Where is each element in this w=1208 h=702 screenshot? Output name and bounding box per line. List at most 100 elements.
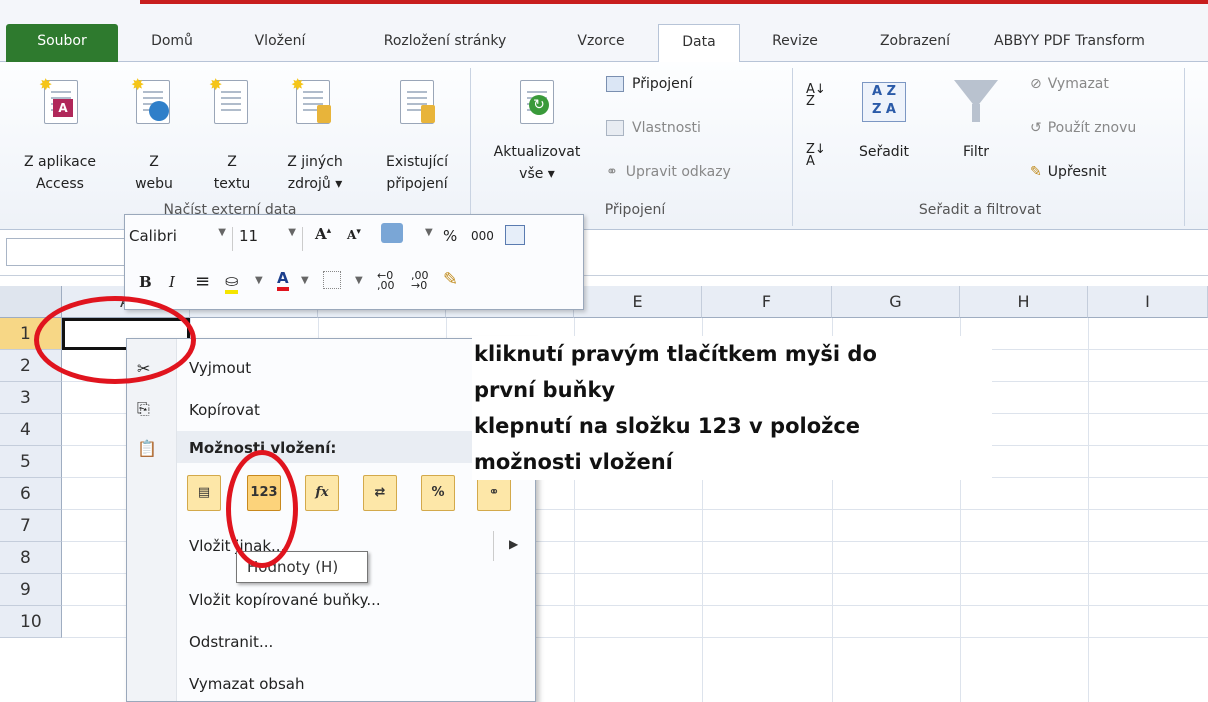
submenu-divider — [493, 531, 494, 561]
row-header-10[interactable]: 10 — [0, 606, 62, 638]
menu-item-clear-contents[interactable]: Vymazat obsah — [189, 675, 304, 693]
chevron-down-icon[interactable]: ▼ — [355, 275, 363, 286]
menu-item-cut[interactable]: Vyjmout — [189, 359, 251, 377]
menu-item-copy[interactable]: Kopírovat — [189, 401, 260, 419]
tab-review[interactable]: Revize — [752, 24, 838, 62]
existing-conn-label-2: připojení — [386, 176, 448, 192]
group-separator — [470, 68, 471, 226]
accounting-format-icon[interactable] — [381, 223, 403, 243]
shrink-font-icon[interactable]: A▾ — [347, 227, 361, 242]
tab-data[interactable]: Data — [658, 24, 740, 63]
row-header-7[interactable]: 7 — [0, 510, 62, 542]
font-size-box[interactable]: 11 ▼ — [239, 227, 303, 251]
tab-insert[interactable]: Vložení — [230, 24, 330, 62]
comma-style-button[interactable]: 000 — [471, 229, 494, 243]
menu-item-delete[interactable]: Odstranit... — [189, 633, 273, 651]
highlight-ellipse-cell-a1 — [34, 296, 196, 384]
tab-home[interactable]: Domů — [132, 24, 212, 62]
sort-az-icon: A↓ Z — [806, 82, 826, 109]
group-separator — [1184, 68, 1185, 226]
reapply-button[interactable]: ↺ Použít znovu — [1030, 120, 1136, 136]
access-doc-icon: ✸ A — [39, 75, 78, 124]
existing-connections-button[interactable]: Existující připojení — [372, 74, 462, 194]
group-label-connections: Připojení — [604, 202, 666, 218]
ribbon-tab-strip: Soubor Domů Vložení Rozložení stránky Vz… — [0, 0, 1208, 63]
chevron-down-icon[interactable]: ▼ — [255, 275, 263, 286]
tab-page-layout[interactable]: Rozložení stránky — [350, 24, 540, 62]
row-header-4[interactable]: 4 — [0, 414, 62, 446]
text-doc-icon: ✸ — [209, 75, 248, 124]
properties-icon — [606, 120, 624, 136]
italic-icon[interactable]: I — [169, 273, 175, 291]
from-access-button[interactable]: ✸ A Z aplikace Access — [10, 74, 110, 194]
paste-formulas-button[interactable]: fx — [305, 475, 339, 511]
row-header-9[interactable]: 9 — [0, 574, 62, 606]
advanced-filter-button[interactable]: ✎ Upřesnit — [1030, 164, 1106, 180]
transpose-icon: ⇄ — [374, 485, 386, 500]
tab-file[interactable]: Soubor — [6, 24, 118, 62]
chevron-down-icon: ▼ — [288, 227, 296, 238]
chevron-down-icon[interactable]: ▼ — [425, 227, 433, 238]
refresh-all-button[interactable]: ↻ Aktualizovat vše ▾ — [478, 74, 596, 194]
row-header-3[interactable]: 3 — [0, 382, 62, 414]
sort-button[interactable]: A ZZ A Seřadit — [842, 74, 926, 194]
connections-button[interactable]: Připojení — [606, 76, 693, 92]
menu-item-insert-copied[interactable]: Vložit kopírované buňky... — [189, 591, 381, 609]
connections-icon — [606, 76, 624, 92]
row-header-8[interactable]: 8 — [0, 542, 62, 574]
font-color-icon[interactable]: A — [277, 269, 289, 291]
ribbon: ✸ A Z aplikace Access ✸ Z webu ✸ Z textu … — [0, 62, 1208, 230]
bold-icon[interactable]: B — [139, 273, 152, 291]
from-text-label-1: Z — [227, 154, 237, 170]
fill-color-icon[interactable]: ⛀ — [225, 271, 239, 294]
clear-filter-button[interactable]: ⊘ Vymazat — [1030, 76, 1109, 92]
tab-abbyy[interactable]: ABBYY PDF Transform — [994, 24, 1208, 62]
name-box[interactable] — [6, 238, 126, 266]
percent-style-button[interactable]: % — [443, 227, 457, 245]
group-separator — [792, 68, 793, 226]
annotation-line-1: kliknutí pravým tlačítkem myši do — [474, 342, 877, 366]
paste-formatting-button[interactable]: % — [421, 475, 455, 511]
annotation-line-2: první buňky — [474, 378, 616, 402]
properties-button[interactable]: Vlastnosti — [606, 120, 701, 136]
mini-toolbar: Calibri ▼ 11 ▼ A▴ A▾ ▼ % 000 B I ≡ ⛀ ▼ A ▼… — [124, 214, 584, 310]
column-header-e[interactable]: E — [574, 286, 702, 318]
edit-links-button[interactable]: ⚭ Upravit odkazy — [606, 164, 731, 180]
paste-transpose-button[interactable]: ⇄ — [363, 475, 397, 511]
align-center-icon[interactable]: ≡ — [195, 271, 210, 292]
existing-conn-label-1: Existující — [385, 154, 449, 170]
sort-za-button[interactable]: Z↓ A — [806, 143, 826, 168]
grow-font-icon[interactable]: A▴ — [315, 225, 331, 243]
grid-line — [1088, 318, 1089, 702]
format-painter-icon[interactable]: ✎ — [443, 269, 458, 290]
column-header-i[interactable]: I — [1088, 286, 1208, 318]
borders-icon[interactable] — [323, 271, 341, 289]
column-header-h[interactable]: H — [960, 286, 1088, 318]
filter-button[interactable]: Filtr — [938, 74, 1014, 194]
connections-label: Připojení — [632, 76, 693, 92]
merge-center-icon[interactable] — [505, 225, 525, 245]
tab-formulas[interactable]: Vzorce — [556, 24, 646, 62]
paste-link-button[interactable]: ⚭ — [477, 475, 511, 511]
from-web-button[interactable]: ✸ Z webu — [122, 74, 186, 194]
sort-az-button[interactable]: A↓ Z — [806, 82, 826, 109]
refresh-label-2: vše ▾ — [519, 166, 555, 182]
funnel-stem — [972, 104, 980, 122]
tab-view[interactable]: Zobrazení — [850, 24, 980, 62]
chevron-down-icon[interactable]: ▼ — [301, 275, 309, 286]
paste-button[interactable]: ▤ — [187, 475, 221, 511]
from-access-label-1: Z aplikace — [23, 154, 97, 170]
increase-decimal-icon[interactable]: ←0,00 — [377, 270, 395, 291]
row-header-5[interactable]: 5 — [0, 446, 62, 478]
font-name-box[interactable]: Calibri ▼ — [129, 227, 233, 251]
instruction-annotation: kliknutí pravým tlačítkem myši do první … — [472, 336, 992, 480]
column-header-g[interactable]: G — [832, 286, 960, 318]
advanced-filter-icon: ✎ — [1030, 164, 1042, 180]
link-icon: ⚭ — [488, 485, 500, 500]
decrease-decimal-icon[interactable]: ,00 →0 — [411, 270, 429, 291]
column-header-f[interactable]: F — [702, 286, 832, 318]
chevron-down-icon: ▼ — [218, 227, 226, 238]
from-other-sources-button[interactable]: ✸ Z jiných zdrojů ▾ — [270, 74, 360, 194]
from-text-button[interactable]: ✸ Z textu — [200, 74, 264, 194]
row-header-6[interactable]: 6 — [0, 478, 62, 510]
